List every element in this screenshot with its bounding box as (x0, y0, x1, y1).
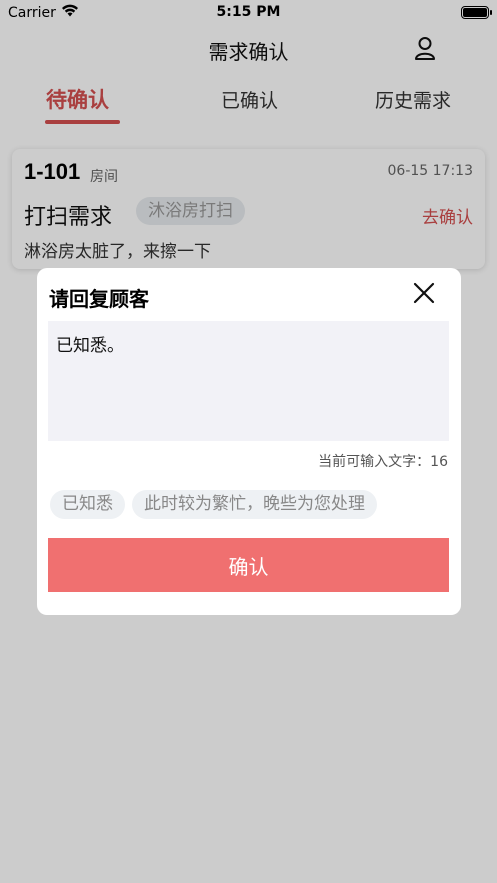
quick-reply-chip[interactable]: 此时较为繁忙，晚些为您处理 (132, 490, 377, 519)
char-counter-value: 16 (430, 454, 448, 470)
reply-modal: 请回复顾客 已知悉。 当前可输入文字：16 已知悉 此时较为繁忙，晚些为您处理 … (37, 268, 461, 615)
close-icon[interactable] (411, 280, 437, 306)
confirm-button[interactable]: 确认 (48, 538, 449, 592)
reply-textarea[interactable]: 已知悉。 (48, 321, 449, 441)
char-counter-label: 当前可输入文字： (318, 454, 431, 470)
quick-reply-chip[interactable]: 已知悉 (50, 490, 125, 519)
char-counter: 当前可输入文字：16 (318, 451, 448, 471)
quick-replies: 已知悉 此时较为繁忙，晚些为您处理 (50, 490, 377, 519)
modal-title: 请回复顾客 (49, 287, 149, 311)
